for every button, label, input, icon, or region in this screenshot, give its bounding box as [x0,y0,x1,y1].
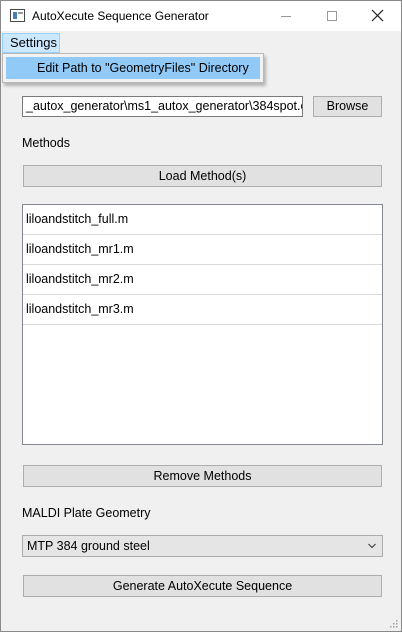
menu-settings[interactable]: Settings [2,33,60,53]
list-item[interactable]: liloandstitch_mr3.m [23,295,382,325]
generate-sequence-button[interactable]: Generate AutoXecute Sequence [23,575,382,597]
window-title: AutoXecute Sequence Generator [32,9,209,23]
remove-methods-button[interactable]: Remove Methods [23,465,382,487]
plate-geometry-select[interactable]: MTP 384 ground steel [22,535,383,557]
maximize-icon [327,11,337,21]
load-methods-button[interactable]: Load Method(s) [23,165,382,187]
list-item[interactable]: liloandstitch_mr2.m [23,265,382,295]
list-item[interactable]: liloandstitch_mr1.m [23,235,382,265]
settings-dropdown-menu: Edit Path to "GeometryFiles" Directory [2,53,264,83]
minimize-button[interactable] [263,1,309,31]
chevron-down-icon [368,543,376,549]
geometry-file-path-field[interactable]: _autox_generator\ms1_autox_generator\384… [22,96,303,117]
menu-item-edit-geometry-path[interactable]: Edit Path to "GeometryFiles" Directory [6,57,260,79]
menu-bar: Settings [1,32,401,53]
plate-geometry-value: MTP 384 ground steel [27,539,150,553]
app-window-icon [10,9,25,22]
resize-grip-icon[interactable] [388,618,398,628]
list-item[interactable]: liloandstitch_full.m [23,205,382,235]
browse-button[interactable]: Browse [313,96,382,117]
methods-listbox[interactable]: liloandstitch_full.m liloandstitch_mr1.m… [22,204,383,445]
plate-geometry-label: MALDI Plate Geometry [22,506,151,520]
close-button[interactable] [355,1,401,31]
maximize-button[interactable] [309,1,355,31]
close-icon [371,9,384,22]
app-window: AutoXecute Sequence Generator Settings E… [0,0,402,632]
minimize-icon [281,16,291,17]
methods-label: Methods [22,136,70,150]
title-bar[interactable]: AutoXecute Sequence Generator [1,1,401,31]
